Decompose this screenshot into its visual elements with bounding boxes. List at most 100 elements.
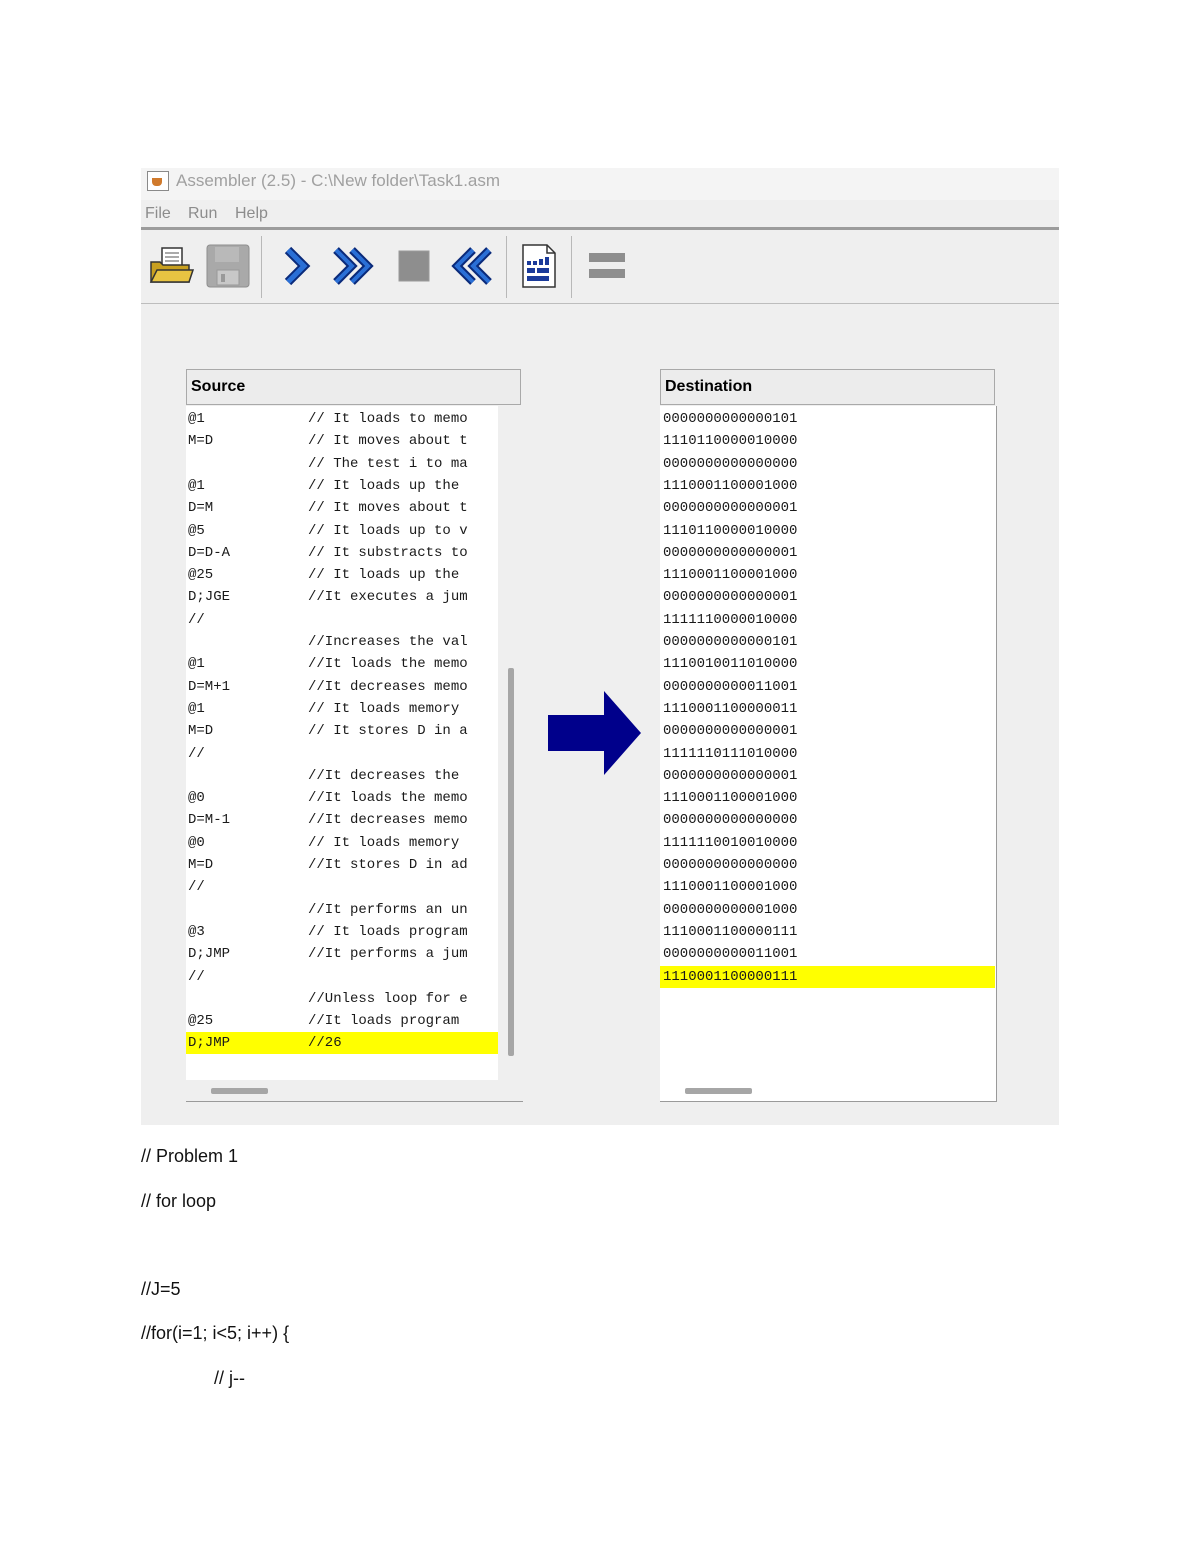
destination-listing[interactable]: 0000000000000101 1110110000010000 00000000… bbox=[660, 406, 997, 1102]
java-cup-icon bbox=[147, 171, 169, 191]
source-line[interactable]: // The test i to ma bbox=[186, 453, 498, 475]
source-line-comment: //It performs a jum bbox=[308, 946, 468, 963]
menu-file[interactable]: File bbox=[145, 205, 171, 223]
compare-file-button[interactable] bbox=[514, 240, 564, 292]
destination-line[interactable]: 0000000000000101 bbox=[660, 408, 995, 430]
source-line[interactable]: //Increases the val bbox=[186, 631, 498, 653]
source-line[interactable]: //It decreases the bbox=[186, 765, 498, 787]
source-horizontal-scrollbar[interactable] bbox=[211, 1088, 268, 1094]
source-line[interactable]: @1 // It loads up the bbox=[186, 475, 498, 497]
destination-line[interactable]: 1110001100000111 bbox=[660, 965, 995, 988]
destination-line[interactable]: 0000000000000000 bbox=[660, 854, 995, 876]
source-line[interactable]: @25 //It loads program bbox=[186, 1010, 498, 1032]
source-line[interactable]: D;JMP //It performs a jum bbox=[186, 943, 498, 965]
destination-line[interactable]: 1111110000010000 bbox=[660, 609, 995, 631]
toolbar-divider bbox=[261, 236, 262, 298]
source-line[interactable]: //It performs an un bbox=[186, 899, 498, 921]
destination-line[interactable]: 1110001100000011 bbox=[660, 698, 995, 720]
source-line[interactable]: @1 //It loads the memo bbox=[186, 653, 498, 675]
source-line[interactable]: @0 //It loads the memo bbox=[186, 787, 498, 809]
toolbar bbox=[141, 230, 1059, 303]
source-line-code: @0 bbox=[188, 834, 205, 851]
destination-line[interactable]: 0000000000000001 bbox=[660, 765, 995, 787]
source-line-comment: // It loads up the bbox=[308, 567, 460, 584]
source-line[interactable]: // bbox=[186, 609, 498, 631]
source-line[interactable]: @5 // It loads up to v bbox=[186, 520, 498, 542]
source-line-comment: // It moves about t bbox=[308, 433, 468, 450]
doc-line-j-init: //J=5 bbox=[141, 1279, 181, 1299]
source-line[interactable]: // bbox=[186, 876, 498, 898]
destination-line[interactable]: 0000000000000001 bbox=[660, 586, 995, 608]
source-line[interactable]: // bbox=[186, 966, 498, 988]
destination-line[interactable]: 0000000000000000 bbox=[660, 453, 995, 475]
destination-line[interactable]: 1110110000010000 bbox=[660, 430, 995, 452]
menu-help[interactable]: Help bbox=[235, 205, 268, 223]
source-line-comment: //It decreases the bbox=[308, 767, 460, 784]
destination-horizontal-scrollbar[interactable] bbox=[685, 1088, 752, 1094]
stop-button[interactable] bbox=[389, 240, 439, 292]
destination-line[interactable]: 1110110000010000 bbox=[660, 520, 995, 542]
destination-line[interactable]: 0000000000001000 bbox=[660, 899, 995, 921]
source-line-comment: //It decreases memo bbox=[308, 678, 468, 695]
source-line[interactable]: @3 // It loads program bbox=[186, 921, 498, 943]
save-button[interactable] bbox=[203, 240, 253, 292]
source-line-code: D=D-A bbox=[188, 544, 231, 561]
destination-line[interactable]: 0000000000000101 bbox=[660, 631, 995, 653]
translation-mode-button[interactable] bbox=[582, 240, 632, 292]
source-line[interactable]: M=D //It stores D in ad bbox=[186, 854, 498, 876]
source-line-code: // bbox=[188, 745, 205, 762]
source-line[interactable]: //Unless loop for e bbox=[186, 988, 498, 1010]
source-line-code: M=D bbox=[188, 857, 214, 873]
menu-run[interactable]: Run bbox=[188, 205, 217, 223]
source-line-code: D;JMP bbox=[188, 1035, 231, 1052]
destination-line[interactable]: 1110001100001000 bbox=[660, 876, 995, 898]
destination-line[interactable]: 1111110010010000 bbox=[660, 832, 995, 854]
destination-line[interactable]: 0000000000000001 bbox=[660, 542, 995, 564]
source-vertical-scrollbar[interactable] bbox=[508, 668, 514, 1056]
source-line[interactable]: D;JMP //26 bbox=[186, 1032, 498, 1055]
source-line-comment: //Increases the val bbox=[308, 634, 468, 650]
source-line[interactable]: @1 // It loads to memo bbox=[186, 408, 498, 430]
double-chevron-right-icon bbox=[333, 247, 374, 285]
source-listing[interactable]: @1 // It loads to memo M=D // It moves abou… bbox=[186, 406, 498, 1080]
source-line-comment: //It executes a jum bbox=[308, 589, 468, 606]
source-line[interactable]: D=M-1 //It decreases memo bbox=[186, 809, 498, 831]
save-disk-icon bbox=[206, 244, 250, 288]
destination-header: Destination bbox=[660, 369, 995, 405]
source-line[interactable]: D;JGE //It executes a jum bbox=[186, 586, 498, 608]
source-bottom-border bbox=[186, 1101, 523, 1102]
double-chevron-left-icon bbox=[451, 247, 492, 285]
menu-bar: File Run Help bbox=[141, 204, 1059, 226]
destination-line[interactable]: 0000000000000001 bbox=[660, 720, 995, 742]
destination-line[interactable]: 1110010011010000 bbox=[660, 653, 995, 675]
destination-line[interactable]: 0000000000011001 bbox=[660, 676, 995, 698]
source-line[interactable]: D=D-A // It substracts to bbox=[186, 542, 498, 564]
source-line-code: // bbox=[188, 611, 205, 628]
source-line-code: // bbox=[188, 968, 205, 985]
destination-line[interactable]: 0000000000000000 bbox=[660, 809, 995, 831]
source-line-comment: // It substracts to bbox=[308, 544, 468, 561]
rewind-button[interactable] bbox=[447, 240, 497, 292]
destination-line[interactable]: 1110001100001000 bbox=[660, 787, 995, 809]
source-line[interactable]: @25 // It loads up the bbox=[186, 564, 498, 586]
source-line[interactable]: @0 // It loads memory bbox=[186, 832, 498, 854]
source-line-code: @1 bbox=[188, 656, 205, 673]
source-line[interactable]: M=D // It stores D in a bbox=[186, 720, 498, 742]
source-line-comment: // It loads to memo bbox=[308, 411, 468, 427]
source-line[interactable]: D=M // It moves about t bbox=[186, 497, 498, 519]
destination-line[interactable]: 1111110111010000 bbox=[660, 743, 995, 765]
destination-line[interactable]: 0000000000000001 bbox=[660, 497, 995, 519]
fast-forward-button[interactable] bbox=[328, 240, 378, 292]
destination-line[interactable]: 0000000000011001 bbox=[660, 943, 995, 965]
single-step-button[interactable] bbox=[271, 240, 321, 292]
equals-bars-icon bbox=[589, 253, 625, 278]
source-line[interactable]: M=D // It moves about t bbox=[186, 430, 498, 452]
source-line[interactable]: // bbox=[186, 743, 498, 765]
destination-line[interactable]: 1110001100001000 bbox=[660, 475, 995, 497]
load-file-button[interactable] bbox=[146, 240, 196, 292]
source-line[interactable]: D=M+1 //It decreases memo bbox=[186, 676, 498, 698]
destination-line[interactable]: 1110001100000111 bbox=[660, 921, 995, 943]
source-line[interactable]: @1 // It loads memory bbox=[186, 698, 498, 720]
chevron-right-icon bbox=[284, 246, 311, 286]
destination-line[interactable]: 1110001100001000 bbox=[660, 564, 995, 586]
